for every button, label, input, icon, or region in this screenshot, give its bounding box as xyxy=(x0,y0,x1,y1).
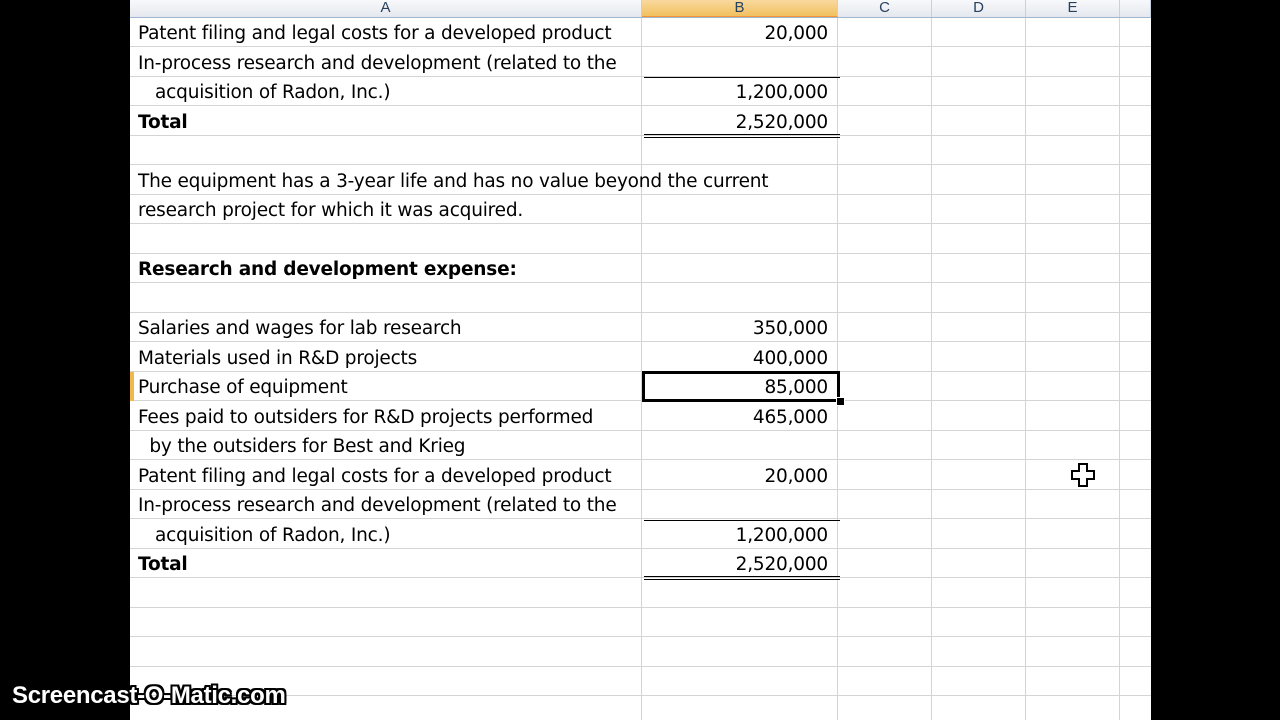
cell-b-value[interactable]: 1,200,000 xyxy=(644,77,829,106)
table-row xyxy=(130,579,1151,608)
cell-b-value[interactable]: 400,000 xyxy=(644,343,828,372)
cell-a-label[interactable]: acquisition of Radon, Inc.) xyxy=(138,520,391,549)
table-row: acquisition of Radon, Inc.) 1,200,000 xyxy=(130,520,1151,549)
table-row xyxy=(130,638,1151,667)
cell-b-value[interactable]: 85,000 xyxy=(644,372,828,401)
cell-a-label[interactable]: acquisition of Radon, Inc.) xyxy=(138,77,391,106)
cell-a-label[interactable]: Purchase of equipment xyxy=(138,372,348,401)
cell-a-label[interactable]: Salaries and wages for lab research xyxy=(138,313,462,342)
cell-b-value[interactable]: 20,000 xyxy=(644,18,828,47)
column-header-b[interactable]: B xyxy=(642,0,838,17)
cell-grid[interactable]: Patent filing and legal costs for a deve… xyxy=(130,18,1151,720)
cell-a-label[interactable]: Materials used in R&D projects xyxy=(138,343,417,372)
cell-b-value[interactable] xyxy=(644,225,828,254)
column-header-f[interactable] xyxy=(1120,0,1151,17)
active-row-indicator xyxy=(130,372,134,401)
column-header-e[interactable]: E xyxy=(1026,0,1120,17)
cell-b-value[interactable] xyxy=(644,166,828,195)
cell-a-label[interactable]: Research and development expense: xyxy=(138,254,517,283)
cell-b-value[interactable] xyxy=(644,697,828,720)
table-row xyxy=(130,225,1151,254)
table-row: Materials used in R&D projects 400,000 xyxy=(130,343,1151,372)
table-row: In-process research and development (rel… xyxy=(130,48,1151,77)
cell-a-label[interactable]: by the outsiders for Best and Krieg xyxy=(138,431,465,460)
cell-b-value[interactable]: 2,520,000 xyxy=(644,107,829,136)
table-row: Salaries and wages for lab research 350,0… xyxy=(130,313,1151,342)
table-row: Purchase of equipment 85,000 xyxy=(130,371,1151,406)
cell-b-value[interactable]: 350,000 xyxy=(644,313,828,342)
cell-b-value[interactable]: 20,000 xyxy=(644,461,828,490)
spreadsheet-sheet[interactable]: ABCDE Patent filing and legal costs for … xyxy=(130,0,1151,720)
cell-b-value[interactable] xyxy=(644,284,828,313)
cell-b-value[interactable]: 465,000 xyxy=(644,402,828,431)
table-row: acquisition of Radon, Inc.) 1,200,000 xyxy=(130,77,1151,106)
cell-select-cross-cursor-icon xyxy=(1071,463,1095,487)
cell-b-value[interactable] xyxy=(644,48,828,77)
table-row: research project for which it was acquir… xyxy=(130,195,1151,224)
table-row: In-process research and development (rel… xyxy=(130,490,1151,519)
cell-a-label[interactable]: Fees paid to outsiders for R&D projects … xyxy=(138,402,593,431)
cell-a-label[interactable]: Patent filing and legal costs for a deve… xyxy=(138,18,612,47)
cell-a-label[interactable]: Total xyxy=(138,549,188,578)
table-row: The equipment has a 3-year life and has … xyxy=(130,166,1151,195)
cell-b-value[interactable]: 1,200,000 xyxy=(644,520,829,549)
cell-b-value[interactable] xyxy=(644,431,828,460)
table-row: Patent filing and legal costs for a deve… xyxy=(130,18,1151,47)
column-headers: ABCDE xyxy=(130,0,1151,18)
cell-a-label[interactable]: research project for which it was acquir… xyxy=(138,195,523,224)
table-row xyxy=(130,284,1151,313)
cell-a-label[interactable]: In-process research and development (rel… xyxy=(138,490,617,519)
cell-b-value[interactable]: 2,520,000 xyxy=(644,549,829,578)
cell-b-value[interactable] xyxy=(644,638,828,667)
table-row: Patent filing and legal costs for a deve… xyxy=(130,461,1151,490)
cell-b-value[interactable] xyxy=(644,254,828,283)
table-row: Fees paid to outsiders for R&D projects … xyxy=(130,402,1151,431)
cell-a-label[interactable]: Total xyxy=(138,107,188,136)
table-row: Total 2,520,000 xyxy=(130,107,1151,138)
cell-a-label[interactable]: Patent filing and legal costs for a deve… xyxy=(138,461,612,490)
cell-b-value[interactable] xyxy=(644,136,828,165)
cell-a-label[interactable]: In-process research and development (rel… xyxy=(138,48,617,77)
table-row xyxy=(130,608,1151,637)
cell-b-value[interactable] xyxy=(644,490,828,519)
table-row xyxy=(130,136,1151,165)
column-header-a[interactable]: A xyxy=(130,0,642,17)
cell-b-value[interactable] xyxy=(644,608,828,637)
screencast-watermark: Screencast-O-Matic.com xyxy=(12,682,286,709)
cell-b-value[interactable] xyxy=(644,195,828,224)
table-row: Research and development expense: xyxy=(130,254,1151,283)
cell-b-value[interactable] xyxy=(644,667,828,696)
column-header-c[interactable]: C xyxy=(838,0,932,17)
table-row: Total 2,520,000 xyxy=(130,549,1151,580)
column-header-d[interactable]: D xyxy=(932,0,1026,17)
table-row: by the outsiders for Best and Krieg xyxy=(130,431,1151,460)
cell-b-value[interactable] xyxy=(644,579,828,608)
